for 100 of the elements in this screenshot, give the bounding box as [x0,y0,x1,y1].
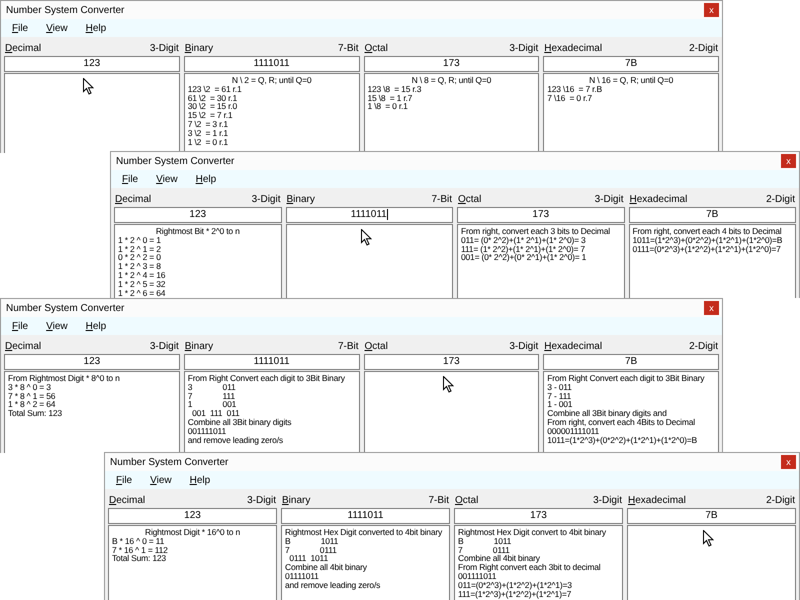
value-field[interactable]: 7B [543,56,719,72]
value-field[interactable]: 7B [628,207,796,223]
menu-item[interactable]: Help [196,172,216,186]
value-field[interactable]: 7B [627,508,796,524]
steps-textarea[interactable] [364,371,540,453]
steps-textarea[interactable]: Rightmost Hex Digit converted to 4bit binary B 1011 7 0111 0111 1011 Combine all 4bit binary 01111011 and remove leading zero/s [281,525,450,600]
value-field[interactable]: 123 [108,508,277,524]
value-field[interactable]: 123 [4,56,180,72]
digit-count: 7-Bit [338,43,358,55]
digit-count: 3-Digit [509,43,538,55]
steps-heading: N \ 16 = Q, R; until Q=0 [588,76,674,85]
menu-item[interactable]: File [12,20,28,36]
steps-line: and remove leading zero/s [188,436,283,444]
steps-line: 15 \2 = 7 r.1 [188,111,232,120]
value-field[interactable]: 1111011 [286,207,453,223]
steps-line: 7 0111 [285,546,337,554]
steps-line: 111= (1* 2^2)+(1* 2^1)+(1* 2^0)= 7 [461,244,585,254]
field-label: Binary [184,43,214,55]
close-button[interactable]: x [704,3,719,17]
value-field[interactable]: 7B [543,354,719,370]
digit-count: 3-Digit [247,495,276,507]
menu-item[interactable]: File [122,172,138,186]
digit-count: 7-Bit [431,194,452,206]
steps-line: 1 - 001 [547,400,572,410]
steps-line: 1 001 [188,400,236,410]
steps-textarea[interactable]: From right, convert each 3 bits to Decimal 011= (0* 2^2)+(1* 2^1)+(1* 2^0)= 3 111= (1* 2^2)+(1* 2^1)+(1* 2^0)= 7 001= (0* 2^2)+(0* 2^1)+(1* 2^0)= 1 [457,224,624,298]
steps-textarea[interactable]: Rightmost Hex Digit convert to 4bit binary B 1011 7 0111 Combine all 4bit binary From Right convert each 3bit to decimal 001111011 011=(0*2^3)+(1*2^2)+(1*2^1)=3 111=(1*2^3)+(1*2^2)+(1*2^1)=7 [454,525,623,600]
value-field[interactable]: 1111011 [184,56,360,72]
steps-line: 0111=(0*2^3)+(1*2^2)+(1*2^1)+(1*2^0)=7 [632,244,781,254]
steps-line: 1 * 2 ^ 1 = 2 [118,244,161,254]
steps-line: 1 * 2 ^ 0 = 1 [118,236,161,245]
steps-textarea[interactable] [286,224,453,298]
steps-textarea[interactable]: From Rightmost Digit * 8^0 to n 3 * 8 ^ 0 = 3 7 * 8 ^ 1 = 56 1 * 8 ^ 2 = 64 Total Sum: 123 [4,371,180,453]
menu-item[interactable]: Help [86,20,106,36]
close-button[interactable]: x [781,455,796,469]
steps-textarea[interactable]: From right, convert each 4 bits to Decimal 1011=(1*2^3)+(0*2^2)+(1*2^1)+(1*2^0)=B 0111=(0*2^3)+(1*2^2)+(1*2^1)+(1*2^0)=7 [628,224,796,298]
field-label: Octal [364,341,388,353]
window-title: Number System Converter [116,154,234,168]
steps-textarea[interactable]: From Right Convert each digit to 3Bit Binary 3 - 011 7 - 111 1 - 001 Combine all 3Bit binary digits and From right, convert each 4Bits to Decimal 000001111011 1011=(1*2^3)+(0*2^2)+(1*2^1)+(1*2^0)=B [543,371,719,453]
field-label: Binary [286,194,315,206]
pointer-cursor-icon [703,530,714,547]
steps-line: 011= (0* 2^2)+(1* 2^1)+(1* 2^0)= 3 [461,236,586,245]
value-field[interactable]: 123 [114,207,282,223]
value-field[interactable]: 1111011 [281,508,450,524]
steps-line: 7 \16 = 0 r.7 [547,94,592,102]
close-button[interactable]: x [704,301,719,315]
value-field[interactable]: 173 [364,56,540,72]
close-button[interactable]: x [781,154,796,168]
steps-line: 001= (0* 2^2)+(0* 2^1)+(1* 2^0)= 1 [461,253,586,262]
steps-textarea[interactable] [627,525,796,600]
steps-line: 1 * 2 ^ 6 = 64 [118,288,166,298]
steps-line: 3 \2 = 1 r.1 [188,128,228,138]
menu-item[interactable]: View [46,20,68,36]
steps-textarea[interactable]: Rightmost Digit * 16^0 to n B * 16 ^ 0 = 11 7 * 16 ^ 1 = 112 Total Sum: 123 [108,525,277,600]
steps-line: 1 \8 = 0 r.1 [368,102,408,112]
field-label: Octal [458,194,482,206]
steps-line: Combine all 4bit binary [458,554,540,564]
steps-line: 7 0111 [458,546,510,554]
field-label: Binary [184,341,214,353]
digit-count: 2-Digit [689,341,718,353]
steps-line: 123 \8 = 15 r.3 [368,84,422,94]
steps-textarea[interactable] [4,73,180,153]
pointer-cursor-icon [360,229,372,246]
steps-line: 30 \2 = 15 r.0 [188,102,237,112]
digit-count: 3-Digit [509,341,538,353]
steps-line: From Right Convert each digit to 3Bit Binary [547,374,704,383]
steps-textarea[interactable]: N \ 2 = Q, R; until Q=0 123 \2 = 61 r.1 61 \2 = 30 r.1 30 \2 = 15 r.0 15 \2 = 7 r.1 7 \2 = 3 r.1 3 \2 = 1 r.1 1 \2 = 0 r.1 [184,73,360,153]
value-field[interactable]: 173 [364,354,540,370]
steps-line: Combine all 3Bit binary digits and [547,409,667,418]
value-field[interactable]: 173 [454,508,623,524]
steps-line: 123 \2 = 61 r.1 [188,84,242,94]
digit-count: 3-Digit [594,194,624,206]
steps-textarea[interactable]: From Right Convert each digit to 3Bit Binary 3 011 7 111 1 001 001 111 011 Combine all 3Bit binary digits 001111011 and remove leading zero/s [184,371,360,453]
steps-line: From Right Convert each digit to 3Bit Binary [188,374,345,383]
field-label: Decimal [115,194,152,206]
value-field[interactable]: 1111011 [184,354,360,370]
steps-line: 1 * 2 ^ 3 = 8 [118,262,161,271]
menu-item[interactable]: File [116,472,132,488]
value-field[interactable]: 123 [4,354,180,370]
menu-item[interactable]: View [150,472,172,488]
field-label: Octal [364,43,388,55]
value-field[interactable]: 173 [457,207,624,223]
field-label: Binary [282,495,310,507]
field-label: Hexadecimal [544,341,602,353]
steps-line: From right, convert each 4Bits to Decimal [547,418,695,427]
steps-textarea[interactable]: N \ 16 = Q, R; until Q=0 123 \16 = 7 r.B 7 \16 = 0 r.7 [543,73,719,153]
menu-item[interactable]: View [46,318,68,334]
steps-line: 011=(0*2^3)+(1*2^2)+(1*2^1)=3 [458,580,572,590]
steps-line: 1 * 2 ^ 5 = 32 [118,280,166,289]
steps-line: B 1011 [285,536,338,546]
digit-count: 3-Digit [593,495,622,507]
digit-count: 3-Digit [150,43,179,55]
steps-textarea[interactable]: Rightmost Bit * 2^0 to n 1 * 2 ^ 0 = 1 1 * 2 ^ 1 = 2 0 * 2 ^ 2 = 0 1 * 2 ^ 3 = 8 1 * 2 ^ 4 = 16 1 * 2 ^ 5 = 32 1 * 2 ^ 6 = 64 [114,224,282,298]
menu-item[interactable]: File [12,318,28,334]
steps-textarea[interactable]: N \ 8 = Q, R; until Q=0 123 \8 = 15 r.3 15 \8 = 1 r.7 1 \8 = 0 r.1 [364,73,540,153]
menu-item[interactable]: View [156,172,178,186]
menu-item[interactable]: Help [190,472,210,488]
steps-line: 3 - 011 [547,382,572,392]
field-label: Decimal [5,341,42,353]
menu-item[interactable]: Help [86,318,106,334]
